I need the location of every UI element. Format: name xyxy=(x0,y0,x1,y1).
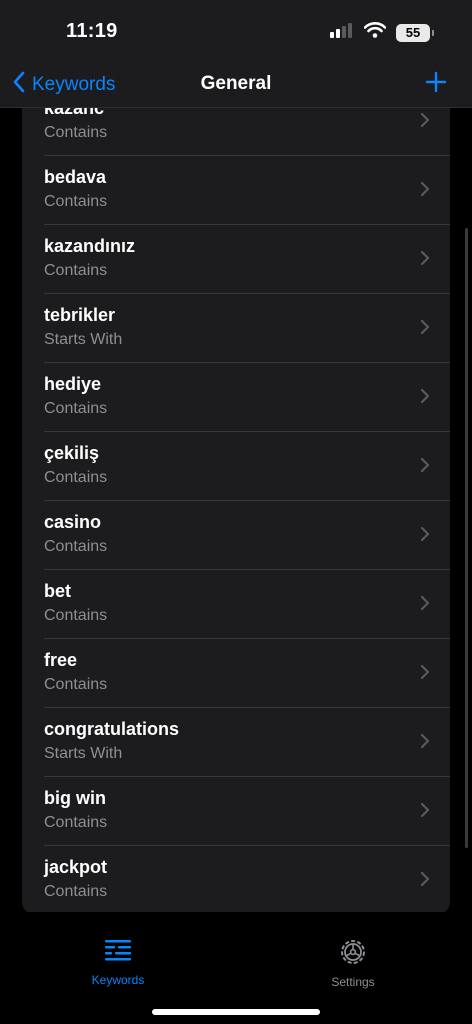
tab-bar: Keywords Settings xyxy=(0,912,472,1024)
keyword-list-scroll[interactable]: kazanc Contains bedava Contains kazandınız Co… xyxy=(0,108,472,912)
keyword-row[interactable]: casino Contains xyxy=(22,500,450,569)
chevron-right-icon xyxy=(420,112,430,133)
keyword-row[interactable]: big win Contains xyxy=(22,776,450,845)
tab-keywords-label: Keywords xyxy=(91,973,145,987)
page-title: General xyxy=(200,73,272,94)
chevron-right-icon xyxy=(420,250,430,271)
keyword-text: hediye xyxy=(44,374,102,394)
keyword-match-type: Contains xyxy=(44,814,108,831)
keyword-match-type: Contains xyxy=(44,400,108,417)
keyword-row[interactable]: kazandınız Contains xyxy=(22,224,450,293)
keyword-match-type: Contains xyxy=(44,607,108,624)
keyword-text: casino xyxy=(44,512,102,532)
scroll-indicator xyxy=(465,228,468,848)
chevron-right-icon xyxy=(420,526,430,547)
chevron-right-icon xyxy=(420,733,430,754)
chevron-right-icon xyxy=(420,802,430,823)
keyword-row[interactable]: çekiliş Contains xyxy=(22,431,450,500)
tab-keywords[interactable]: Keywords xyxy=(58,938,178,987)
tab-settings-label: Settings xyxy=(331,975,375,989)
list-icon xyxy=(103,940,133,968)
chevron-right-icon xyxy=(420,457,430,478)
keyword-match-type: Contains xyxy=(44,469,108,486)
keyword-match-type: Contains xyxy=(44,676,108,693)
keyword-text: tebrikler xyxy=(44,305,116,325)
keyword-text: big win xyxy=(44,788,106,808)
keyword-match-type: Contains xyxy=(44,262,108,279)
tab-settings[interactable]: Settings xyxy=(293,938,413,989)
gear-icon xyxy=(339,940,367,970)
keyword-match-type: Contains xyxy=(44,124,108,141)
battery-icon: 55 xyxy=(396,23,434,42)
keyword-match-type: Starts With xyxy=(44,745,123,762)
keyword-match-type: Contains xyxy=(44,883,108,900)
chevron-right-icon xyxy=(420,664,430,685)
cellular-signal-icon xyxy=(330,22,354,43)
keyword-row[interactable]: free Contains xyxy=(22,638,450,707)
navigation-bar: Keywords General xyxy=(0,62,472,108)
keyword-row[interactable]: congratulations Starts With xyxy=(22,707,450,776)
keyword-text: çekiliş xyxy=(44,443,100,463)
keyword-text: congratulations xyxy=(44,719,180,739)
keyword-match-type: Contains xyxy=(44,193,108,210)
chevron-right-icon xyxy=(420,595,430,616)
chevron-right-icon xyxy=(420,388,430,409)
status-bar: 11:19 55 xyxy=(0,0,472,62)
screen: 11:19 55 Keywords General kazanc Contain… xyxy=(0,0,472,1024)
keyword-list: kazanc Contains bedava Contains kazandınız Co… xyxy=(22,108,450,912)
keyword-match-type: Contains xyxy=(44,538,108,555)
keyword-text: kazandınız xyxy=(44,236,136,256)
status-time: 11:19 xyxy=(66,20,118,42)
keyword-row[interactable]: bedava Contains xyxy=(22,155,450,224)
keyword-text: jackpot xyxy=(44,857,108,877)
chevron-right-icon xyxy=(420,181,430,202)
chevron-right-icon xyxy=(420,319,430,340)
status-icons: 55 xyxy=(330,22,434,43)
keyword-row[interactable]: hediye Contains xyxy=(22,362,450,431)
keyword-text: bedava xyxy=(44,167,107,187)
keyword-row[interactable]: bet Contains xyxy=(22,569,450,638)
add-keyword-button[interactable] xyxy=(424,70,448,99)
keyword-match-type: Starts With xyxy=(44,331,123,348)
wifi-icon xyxy=(363,22,387,43)
plus-icon xyxy=(424,71,448,98)
keyword-row[interactable]: kazanc Contains xyxy=(22,108,450,155)
keyword-text: free xyxy=(44,650,78,670)
keyword-row[interactable]: tebrikler Starts With xyxy=(22,293,450,362)
keyword-text: bet xyxy=(44,581,71,601)
chevron-right-icon xyxy=(420,871,430,892)
keyword-text: kazanc xyxy=(44,108,105,118)
keyword-row[interactable]: jackpot Contains xyxy=(22,845,450,912)
home-indicator xyxy=(152,1009,320,1015)
